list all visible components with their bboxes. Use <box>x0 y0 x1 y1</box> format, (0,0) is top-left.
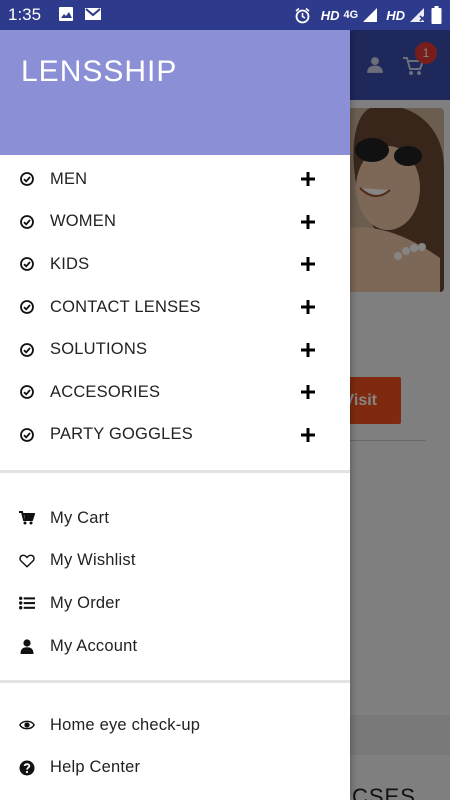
list-icon <box>19 595 35 611</box>
menu-label: My Cart <box>50 508 110 527</box>
my-cart-link[interactable]: My Cart <box>0 497 350 540</box>
status-bar: 1:35 HD 4G HD <box>0 0 450 30</box>
category-label: MEN <box>50 169 88 188</box>
check-circle-icon <box>19 299 35 315</box>
check-circle-icon <box>19 256 35 272</box>
navigation-drawer: LENSSHIP MEN WOMEN KIDS CONTACT LENSES S… <box>0 30 350 800</box>
category-label: PARTY GOGGLES <box>50 425 193 444</box>
signal-icon <box>363 8 378 22</box>
image-notification-icon <box>59 7 73 21</box>
expand-plus-icon[interactable] <box>300 256 316 272</box>
account-menu: My Cart My Wishlist My Order My Account <box>0 473 350 680</box>
alarm-icon <box>295 7 310 23</box>
help-menu: Home eye check-up Help Center <box>0 683 350 789</box>
category-item-solutions[interactable]: SOLUTIONS <box>0 328 350 371</box>
menu-label: Home eye check-up <box>50 715 201 734</box>
my-account-link[interactable]: My Account <box>0 625 350 668</box>
drawer-header: LENSSHIP <box>0 30 350 155</box>
category-label: SOLUTIONS <box>50 340 148 359</box>
category-label: CONTACT LENSES <box>50 297 201 316</box>
expand-plus-icon[interactable] <box>300 342 316 358</box>
check-circle-icon <box>19 427 35 443</box>
check-circle-icon <box>19 342 35 358</box>
brand-name: LENSSHIP <box>21 55 178 88</box>
category-item-kids[interactable]: KIDS <box>0 243 350 286</box>
category-item-contact-lenses[interactable]: CONTACT LENSES <box>0 286 350 329</box>
status-time: 1:35 <box>8 5 42 24</box>
network-type-label: 4G <box>343 9 359 21</box>
menu-label: My Order <box>50 593 121 612</box>
expand-plus-icon[interactable] <box>300 171 316 187</box>
hd-label: HD <box>320 7 340 23</box>
menu-label: My Wishlist <box>50 551 136 570</box>
check-circle-icon <box>19 214 35 230</box>
category-label: ACCESORIES <box>50 382 161 401</box>
user-icon <box>19 638 35 654</box>
signal-no-data-icon <box>410 8 426 22</box>
my-order-link[interactable]: My Order <box>0 582 350 625</box>
check-circle-icon <box>19 171 35 187</box>
expand-plus-icon[interactable] <box>300 299 316 315</box>
battery-icon <box>431 6 442 24</box>
category-menu: MEN WOMEN KIDS CONTACT LENSES SOLUTIONS … <box>0 155 350 470</box>
expand-plus-icon[interactable] <box>300 384 316 400</box>
heart-icon <box>19 553 35 569</box>
category-item-party-goggles[interactable]: PARTY GOGGLES <box>0 414 350 457</box>
my-wishlist-link[interactable]: My Wishlist <box>0 540 350 583</box>
eye-icon <box>19 717 35 733</box>
help-center-link[interactable]: Help Center <box>0 747 350 790</box>
category-item-men[interactable]: MEN <box>0 158 350 201</box>
check-circle-icon <box>19 384 35 400</box>
hd-label-2: HD <box>386 7 405 23</box>
gmail-notification-icon <box>85 8 101 20</box>
category-label: KIDS <box>50 254 90 273</box>
menu-label: My Account <box>50 636 138 655</box>
menu-label: Help Center <box>50 758 141 777</box>
category-label: WOMEN <box>50 212 117 231</box>
category-item-accesories[interactable]: ACCESORIES <box>0 371 350 414</box>
expand-plus-icon[interactable] <box>300 427 316 443</box>
home-eye-check-up-link[interactable]: Home eye check-up <box>0 704 350 747</box>
question-icon <box>19 760 35 776</box>
expand-plus-icon[interactable] <box>300 214 316 230</box>
cart-icon <box>19 510 35 526</box>
category-item-women[interactable]: WOMEN <box>0 201 350 244</box>
